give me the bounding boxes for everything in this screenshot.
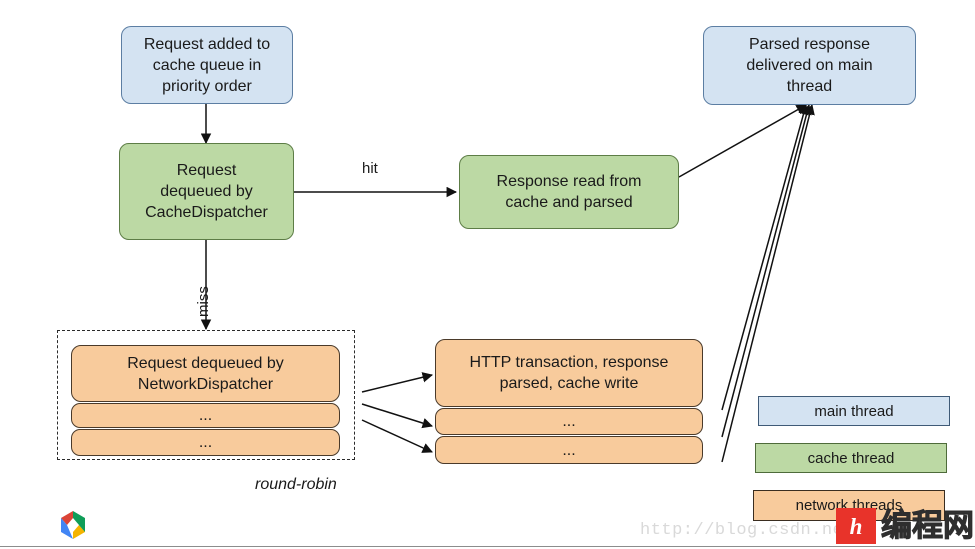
footer-divider xyxy=(0,546,975,547)
node-parsed-response-delivered[interactable]: Parsed response delivered on main thread xyxy=(703,26,916,105)
edge-label-hit: hit xyxy=(362,160,378,177)
watermark-badge-icon: h xyxy=(836,508,876,544)
diagram-canvas: Request added to cache queue in priority… xyxy=(0,0,975,549)
edge-rr-to-http-1 xyxy=(361,372,434,393)
edge-label-miss: miss xyxy=(195,286,212,317)
edge-http1-to-delivered xyxy=(721,103,809,411)
node-network-dispatcher[interactable]: Request dequeued by NetworkDispatcher xyxy=(71,345,340,402)
watermark-brand-text: 编程网 xyxy=(881,508,975,545)
node-cache-response[interactable]: Response read from cache and parsed xyxy=(459,155,679,229)
node-cache-dispatcher[interactable]: Request dequeued by CacheDispatcher xyxy=(119,143,294,240)
google-developers-logo xyxy=(55,508,91,542)
node-http-transaction-3[interactable]: ... xyxy=(435,436,703,464)
node-network-dispatcher-3[interactable]: ... xyxy=(71,429,340,456)
legend-item-cache-thread[interactable]: cache thread xyxy=(755,443,947,473)
watermark-brand-logo: h 编程网 xyxy=(836,508,975,545)
node-http-transaction-2[interactable]: ... xyxy=(435,408,703,435)
edge-http2-to-delivered xyxy=(721,103,812,438)
node-network-dispatcher-2[interactable]: ... xyxy=(71,403,340,428)
watermark-url: http://blog.csdn.ne xyxy=(640,521,844,540)
legend-item-main-thread[interactable]: main thread xyxy=(758,396,950,426)
edge-rr-to-http-2 xyxy=(361,403,434,429)
edge-rr-to-http-3 xyxy=(361,419,433,453)
caption-round-robin: round-robin xyxy=(255,476,337,493)
edge-cacheread-to-delivered xyxy=(678,104,807,178)
node-cache-queue[interactable]: Request added to cache queue in priority… xyxy=(121,26,293,104)
node-http-transaction[interactable]: HTTP transaction, response parsed, cache… xyxy=(435,339,703,407)
